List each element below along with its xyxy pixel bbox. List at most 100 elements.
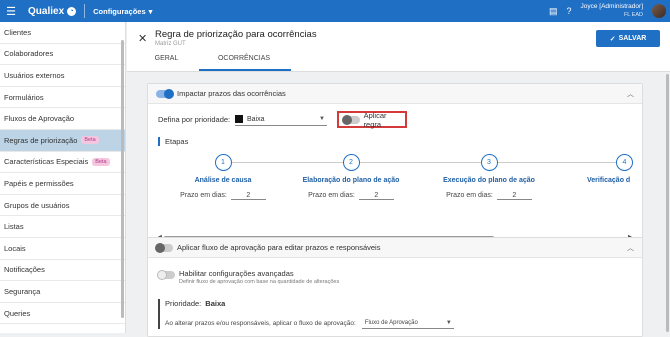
advanced-config: Habilitar configurações avançadas Defini… xyxy=(157,269,340,285)
user-unit: FL EAD xyxy=(623,12,643,18)
save-button[interactable]: ✓ SALVAR xyxy=(596,30,660,47)
deadline-label: Prazo em dias: xyxy=(308,192,355,199)
sidebar-item-grupos[interactable]: Grupos de usuários xyxy=(0,195,125,217)
logo[interactable]: Qualiex ◔ xyxy=(28,5,77,17)
sidebar-item-label: Usuários externos xyxy=(4,70,65,80)
help-icon[interactable]: ? xyxy=(566,6,571,16)
priority-color-swatch xyxy=(235,115,243,123)
sidebar-item-formularios[interactable]: Formulários xyxy=(0,87,125,109)
divider xyxy=(84,4,86,18)
sidebar-item-label: Locais xyxy=(4,243,26,253)
approval-toggle[interactable] xyxy=(155,242,173,253)
page-title: Regra de priorização para ocorrências xyxy=(155,29,317,40)
sidebar-item-clientes[interactable]: Clientes xyxy=(0,22,125,44)
step-3: 3 Execução do plano de ação Prazo em dia… xyxy=(424,154,554,200)
page-header: ✕ Regra de priorização para ocorrências … xyxy=(127,22,670,72)
chevron-up-icon[interactable]: ︿ xyxy=(627,89,634,99)
news-icon[interactable]: ▤ xyxy=(549,6,558,17)
priority-block: Prioridade: Baixa Ao alterar prazos e/ou … xyxy=(158,299,628,329)
configuracoes-menu[interactable]: Configurações ▾ xyxy=(93,7,152,16)
chevron-up-icon[interactable]: ︿ xyxy=(627,243,634,253)
sidebar-item-regras[interactable]: Regras de priorização Beta xyxy=(0,129,125,152)
deadline-label: Prazo em dias: xyxy=(180,192,227,199)
impact-card-header[interactable]: Impactar prazos das ocorrências xyxy=(148,84,642,104)
approval-flow-select[interactable]: Fluxo de Aprovação ▼ xyxy=(361,317,454,329)
deadline-input[interactable]: 2 xyxy=(496,192,532,200)
sidebar-item-caracteristicas[interactable]: Características Especiais Beta xyxy=(0,152,125,174)
sidebar: Clientes Colaboradores Usuários externos… xyxy=(0,22,126,333)
sidebar-item-seguranca[interactable]: Segurança xyxy=(0,281,125,303)
approval-card-header[interactable]: Aplicar fluxo de aprovação para editar p… xyxy=(148,238,642,258)
sidebar-scrollbar[interactable] xyxy=(121,40,124,318)
step-2: 2 Elaboração do plano de ação Prazo em d… xyxy=(286,154,416,200)
step-deadline: Prazo em dias: 2 xyxy=(424,192,554,200)
step-number: 2 xyxy=(342,154,360,171)
deadline-input[interactable]: 2 xyxy=(230,192,266,200)
beta-badge: Beta xyxy=(81,136,99,145)
deadline-input[interactable]: 2 xyxy=(358,192,394,200)
approval-card: Aplicar fluxo de aprovação para editar p… xyxy=(147,237,643,337)
advanced-toggle[interactable] xyxy=(157,270,175,280)
sidebar-item-label: Regras de priorização xyxy=(4,135,78,145)
sidebar-item-label: Grupos de usuários xyxy=(4,200,70,210)
logo-text: Qualiex xyxy=(28,5,65,17)
sidebar-item-label: Clientes xyxy=(4,27,32,37)
priority-value: Baixa xyxy=(247,115,265,123)
configuracoes-label: Configurações xyxy=(93,6,146,16)
step-deadline: Prazo em dias: 2 xyxy=(286,192,416,200)
step-title: Execução do plano de ação xyxy=(443,177,535,184)
tab-ocorrencias[interactable]: OCORRÊNCIAS xyxy=(199,55,289,62)
apply-rule-switch[interactable] xyxy=(342,114,360,125)
menu-icon[interactable]: ☰ xyxy=(0,0,22,22)
sidebar-item-papeis[interactable]: Papéis e permissões xyxy=(0,173,125,195)
impact-toggle[interactable] xyxy=(156,88,174,99)
sidebar-item-label: Papéis e permissões xyxy=(4,178,74,188)
step-title: Elaboração do plano de ação xyxy=(302,177,400,184)
sidebar-item-colaboradores[interactable]: Colaboradores xyxy=(0,44,125,66)
sidebar-item-usuarios-externos[interactable]: Usuários externos xyxy=(0,65,125,87)
top-bar: ☰ Qualiex ◔ Configurações ▾ ▤ ? Joyce [Adm… xyxy=(0,0,670,22)
sidebar-item-label: Notificações xyxy=(4,265,45,275)
step-number: 4 xyxy=(616,154,633,171)
apply-rule-label: Aplicar regra xyxy=(363,110,387,129)
advanced-description: Definir fluxo de aprovação com base na q… xyxy=(179,279,340,285)
caret-down-icon: ▾ xyxy=(148,6,153,16)
tab-geral[interactable]: GERAL xyxy=(154,55,179,62)
approval-title: Aplicar fluxo de aprovação para editar p… xyxy=(177,243,381,252)
priority-value: Baixa xyxy=(205,299,226,308)
priority-select[interactable]: Baixa ▼ xyxy=(235,113,327,126)
approval-flow-value: Fluxo de Aprovação xyxy=(364,319,418,326)
priority-label: Prioridade: xyxy=(165,299,202,308)
sidebar-item-label: Formulários xyxy=(4,92,44,102)
sidebar-item-notificacoes[interactable]: Notificações xyxy=(0,260,125,282)
step-title: Análise de causa xyxy=(194,177,252,184)
sidebar-item-label: Segurança xyxy=(4,286,41,296)
impact-card: Impactar prazos das ocorrências ︿ Defina… xyxy=(147,83,643,255)
step-deadline: Prazo em dias: 2 xyxy=(158,192,288,200)
sidebar-item-label: Listas xyxy=(4,222,24,232)
main-panel: ✕ Regra de priorização para ocorrências … xyxy=(127,22,670,337)
step-title: Verificação d xyxy=(587,177,631,184)
sidebar-item-fluxos[interactable]: Fluxos de Aprovação xyxy=(0,108,125,130)
avatar[interactable] xyxy=(652,4,666,18)
advanced-title: Habilitar configurações avançadas xyxy=(179,269,294,278)
step-number: 3 xyxy=(480,154,498,171)
approval-flow-label: Ao alterar prazos e/ou responsáveis, apl… xyxy=(165,319,356,327)
sidebar-item-label: Queries xyxy=(4,308,31,318)
sidebar-item-label: Fluxos de Aprovação xyxy=(4,114,75,124)
sidebar-item-listas[interactable]: Listas xyxy=(0,216,125,238)
close-icon[interactable]: ✕ xyxy=(138,32,147,45)
save-label: SALVAR xyxy=(618,35,647,42)
apply-rule-toggle[interactable]: Aplicar regra xyxy=(337,110,407,129)
etapas-heading: Etapas xyxy=(158,137,188,146)
user-info[interactable]: Joyce [Administrador] FL EAD xyxy=(581,3,644,19)
main-scrollbar[interactable] xyxy=(666,74,669,332)
sidebar-item-label: Características Especiais xyxy=(4,157,89,167)
user-name: Joyce [Administrador] xyxy=(580,3,644,10)
sidebar-item-queries[interactable]: Queries xyxy=(0,303,125,325)
sidebar-item-locais[interactable]: Locais xyxy=(0,238,125,260)
step-number: 1 xyxy=(214,154,232,171)
check-icon: ✓ xyxy=(609,35,616,43)
caret-down-icon: ▼ xyxy=(319,116,325,122)
caret-down-icon: ▼ xyxy=(445,320,452,326)
